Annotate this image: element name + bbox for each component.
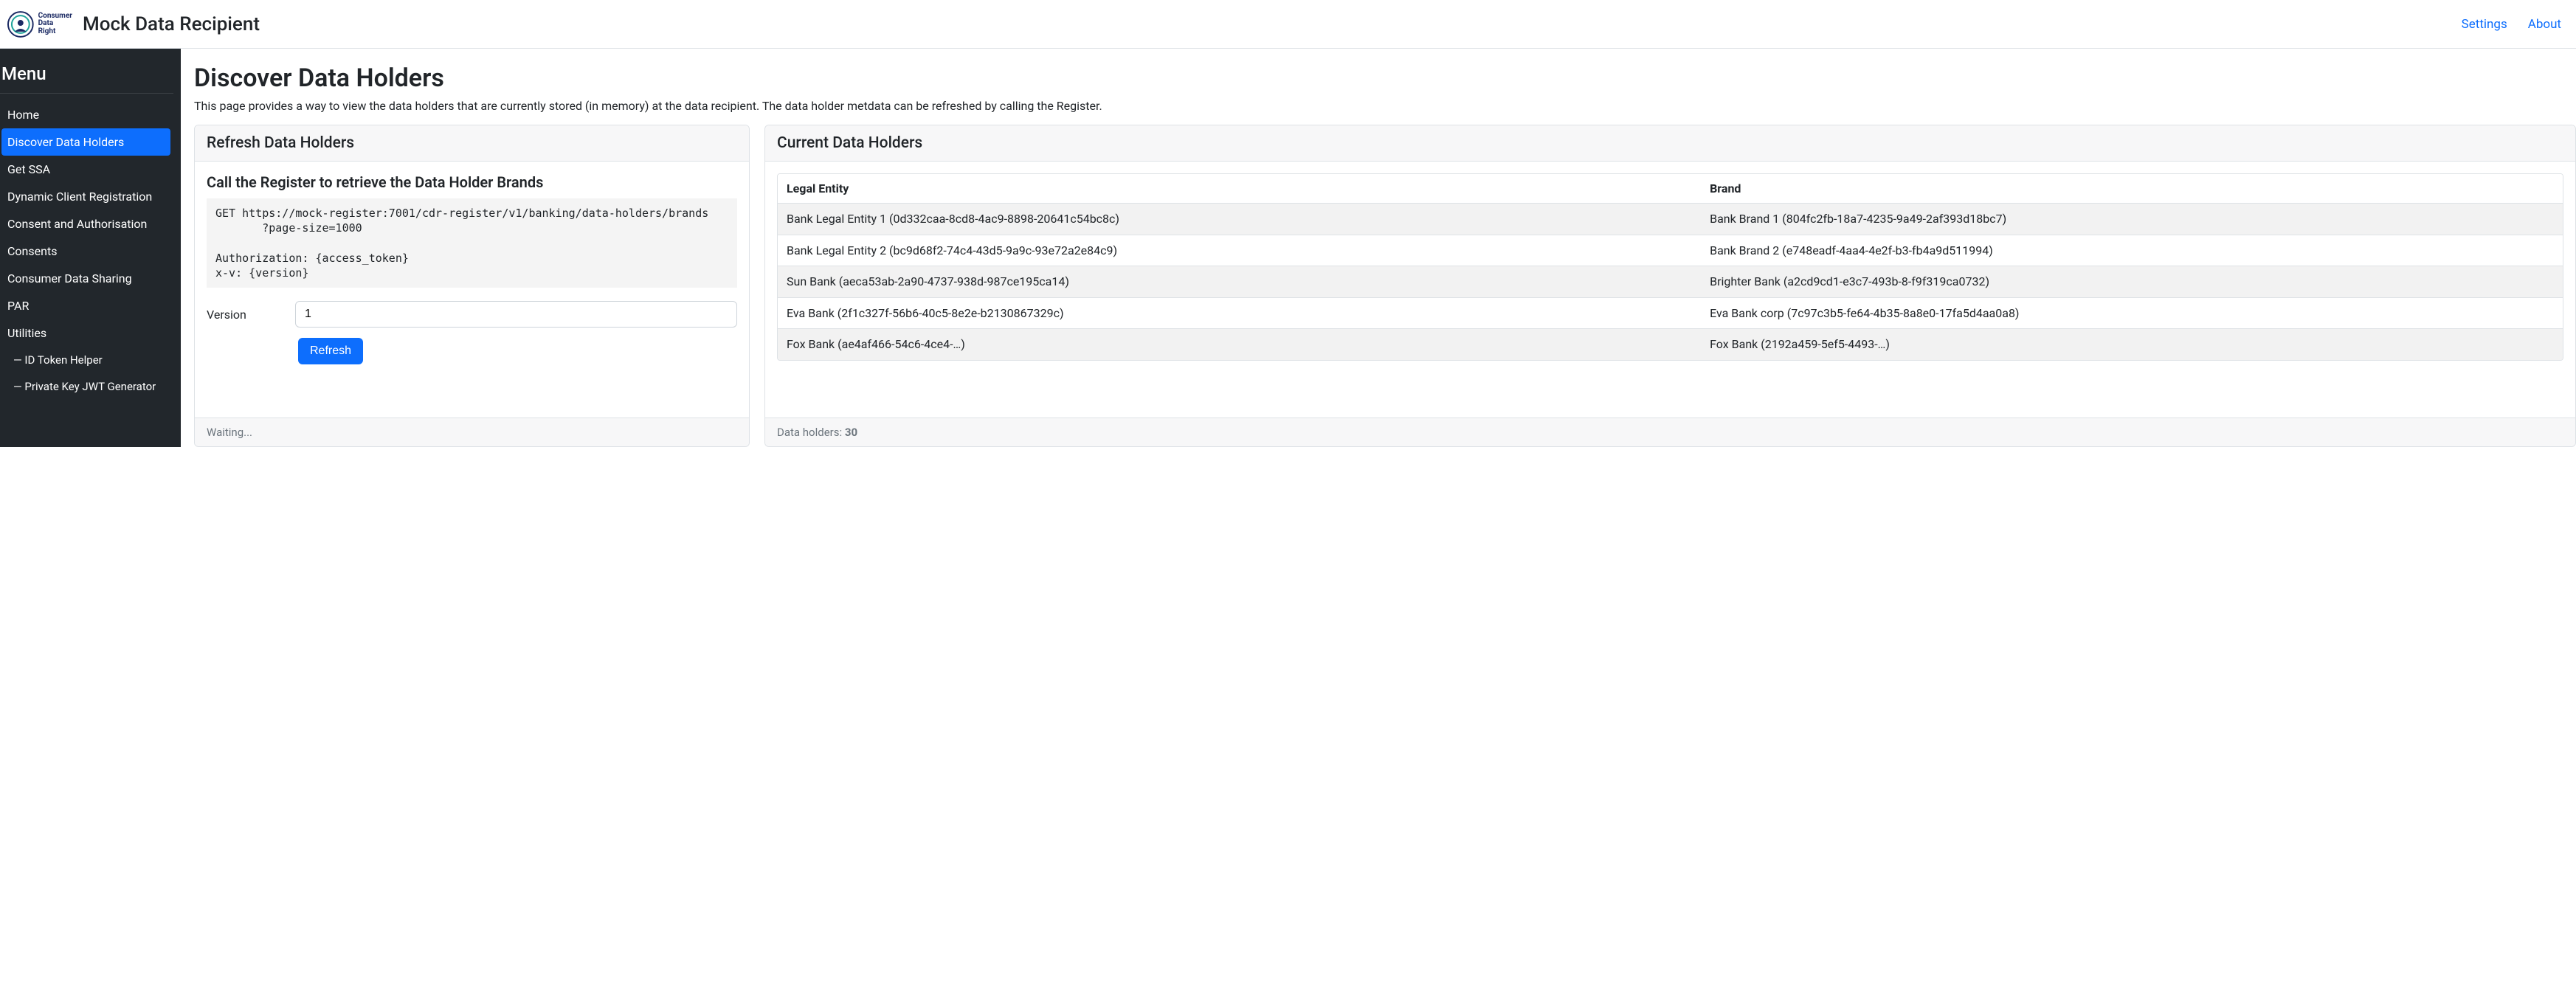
header-right: Settings About — [2462, 17, 2561, 32]
nav-item-get-ssa[interactable]: Get SSA — [0, 156, 181, 183]
version-label: Version — [207, 308, 280, 322]
refresh-card-header: Refresh Data Holders — [195, 125, 749, 162]
page-description: This page provides a way to view the dat… — [194, 99, 2576, 113]
settings-link[interactable]: Settings — [2462, 17, 2507, 32]
holders-card-footer: Data holders: 30 — [765, 418, 2575, 446]
cell-brand: Bank Brand 2 (e748eadf-4aa4-4e2f-b3-fb4a… — [1701, 235, 2563, 266]
app-header: Consumer Data Right Mock Data Recipient … — [0, 0, 2576, 49]
data-holders-table: Legal Entity Brand Bank Legal Entity 1 (… — [778, 174, 2563, 360]
nav-item-consumer-data-sharing[interactable]: Consumer Data Sharing — [0, 265, 181, 292]
sidebar: Menu Home Discover Data Holders Get SSA … — [0, 49, 181, 447]
about-link[interactable]: About — [2528, 17, 2561, 32]
nav-item-home[interactable]: Home — [0, 101, 181, 128]
logo-text-bottom: Data Right — [38, 20, 72, 35]
page-title: Discover Data Holders — [194, 63, 2576, 93]
nav-item-consents[interactable]: Consents — [0, 238, 181, 265]
refresh-card-footer: Waiting... — [195, 418, 749, 446]
refresh-section-title: Call the Register to retrieve the Data H… — [207, 173, 737, 191]
header-left: Consumer Data Right Mock Data Recipient — [6, 8, 260, 41]
cell-legal-entity: Fox Bank (ae4af466-54c6-4ce4-…) — [778, 329, 1701, 360]
nav-item-private-key-jwt[interactable]: — Private Key JWT Generator — [0, 373, 181, 400]
request-code-block: GET https://mock-register:7001/cdr-regis… — [207, 198, 737, 288]
col-legal-entity: Legal Entity — [778, 174, 1701, 204]
menu-title: Menu — [0, 63, 173, 94]
table-row: Bank Legal Entity 1 (0d332caa-8cd8-4ac9-… — [778, 204, 2563, 235]
nav-list: Home Discover Data Holders Get SSA Dynam… — [0, 101, 181, 400]
cell-legal-entity: Sun Bank (aeca53ab-2a90-4737-938d-987ce1… — [778, 266, 1701, 298]
refresh-data-holders-card: Refresh Data Holders Call the Register t… — [194, 125, 750, 447]
nav-item-consent-authorisation[interactable]: Consent and Authorisation — [0, 210, 181, 238]
cell-brand: Fox Bank (2192a459-5ef5-4493-…) — [1701, 329, 2563, 360]
refresh-button[interactable]: Refresh — [298, 338, 363, 364]
nav-item-dynamic-client-registration[interactable]: Dynamic Client Registration — [0, 183, 181, 210]
table-row: Eva Bank (2f1c327f-56b6-40c5-8e2e-b21308… — [778, 297, 2563, 329]
cell-legal-entity: Bank Legal Entity 2 (bc9d68f2-74c4-43d5-… — [778, 235, 1701, 266]
nav-item-par[interactable]: PAR — [0, 292, 181, 319]
cell-legal-entity: Eva Bank (2f1c327f-56b6-40c5-8e2e-b21308… — [778, 297, 1701, 329]
cell-legal-entity: Bank Legal Entity 1 (0d332caa-8cd8-4ac9-… — [778, 204, 1701, 235]
holders-count-label: Data holders: — [777, 426, 845, 439]
app-title: Mock Data Recipient — [83, 13, 260, 35]
table-row: Sun Bank (aeca53ab-2a90-4737-938d-987ce1… — [778, 266, 2563, 298]
cell-brand: Eva Bank corp (7c97c3b5-fe64-4b35-8a8e0-… — [1701, 297, 2563, 329]
holders-card-header: Current Data Holders — [765, 125, 2575, 162]
version-input[interactable] — [295, 301, 737, 328]
nav-item-utilities[interactable]: Utilities — [0, 319, 181, 347]
holders-count-value: 30 — [845, 426, 857, 439]
nav-item-id-token-helper[interactable]: — ID Token Helper — [0, 347, 181, 373]
main-content: Discover Data Holders This page provides… — [181, 49, 2576, 447]
cell-brand: Brighter Bank (a2cd9cd1-e3c7-493b-8-f9f3… — [1701, 266, 2563, 298]
table-row: Bank Legal Entity 2 (bc9d68f2-74c4-43d5-… — [778, 235, 2563, 266]
col-brand: Brand — [1701, 174, 2563, 204]
table-row: Fox Bank (ae4af466-54c6-4ce4-…)Fox Bank … — [778, 329, 2563, 360]
current-data-holders-card: Current Data Holders Legal Entity Brand … — [764, 125, 2576, 447]
cdr-logo: Consumer Data Right — [6, 8, 72, 41]
nav-item-discover-data-holders[interactable]: Discover Data Holders — [1, 128, 170, 156]
cell-brand: Bank Brand 1 (804fc2fb-18a7-4235-9a49-2a… — [1701, 204, 2563, 235]
